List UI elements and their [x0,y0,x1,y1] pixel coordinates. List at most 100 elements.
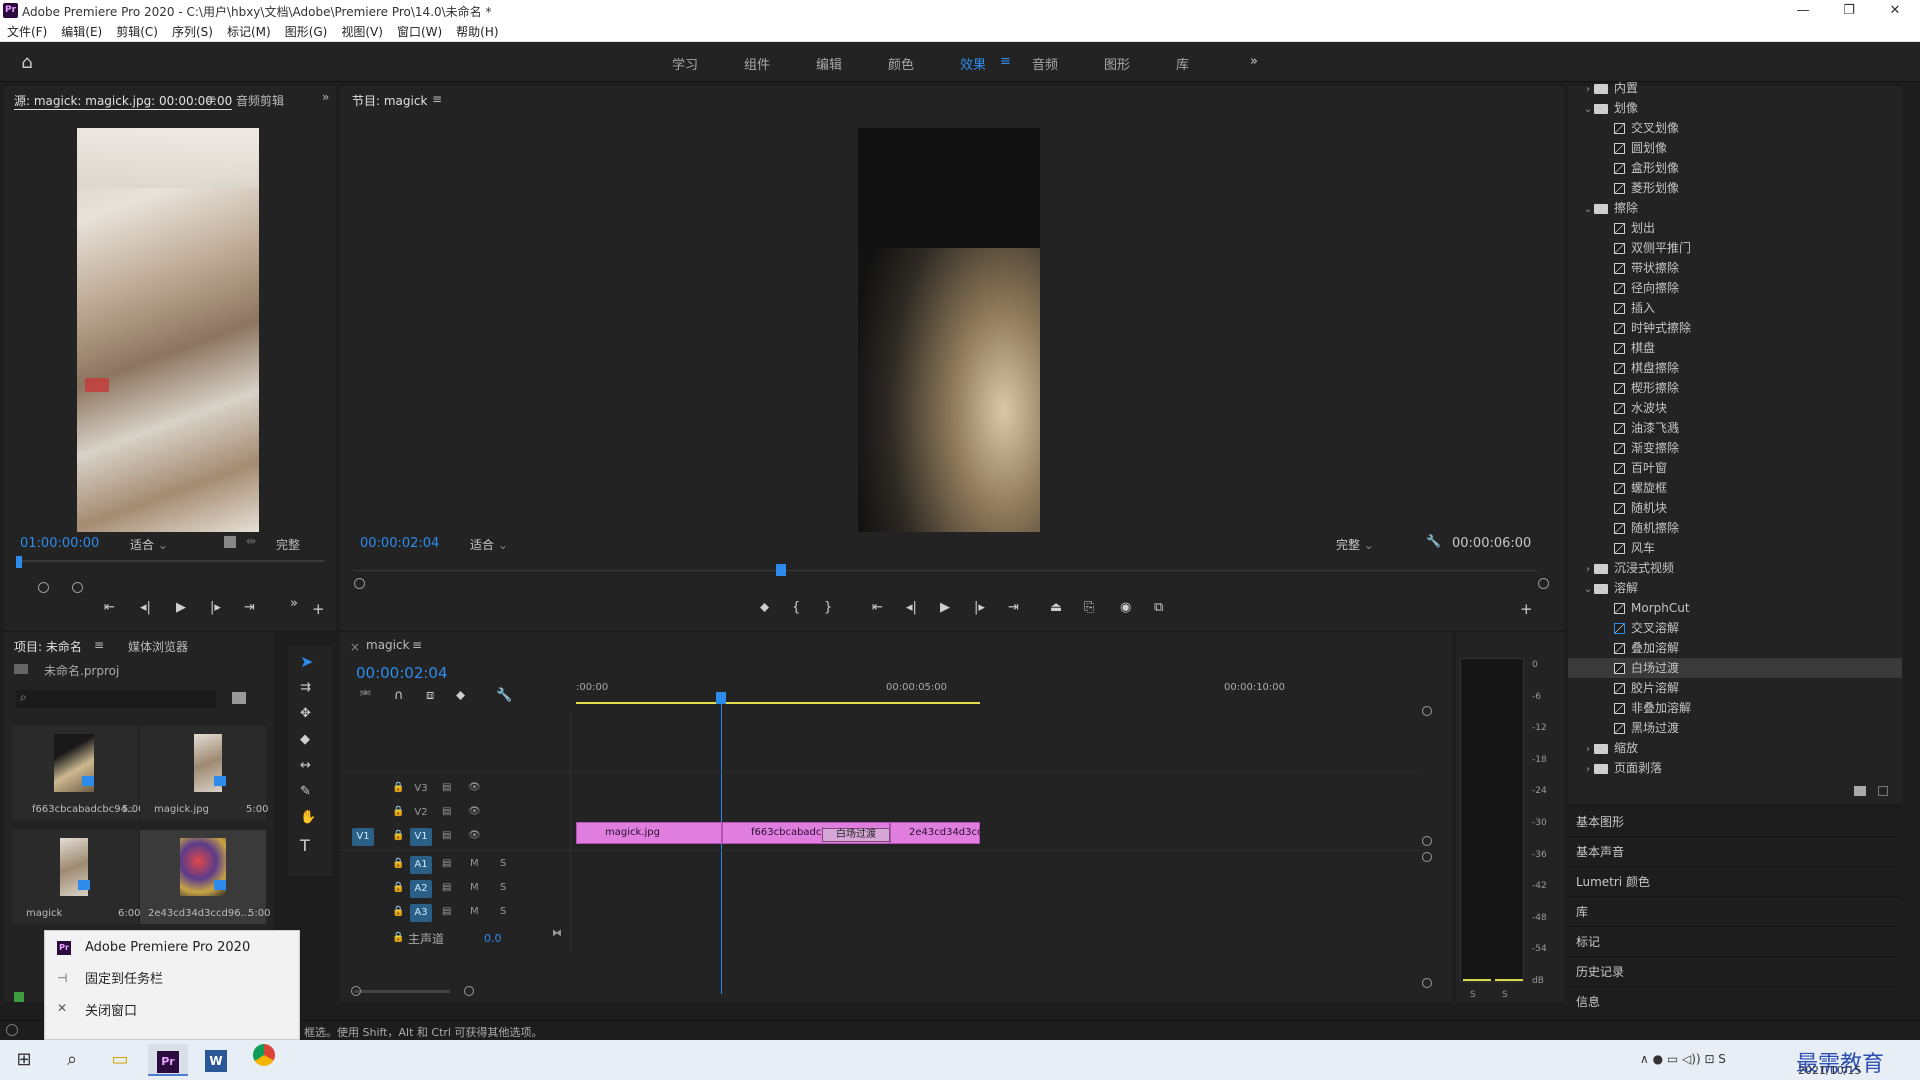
a2-mute-button[interactable]: M [470,882,479,893]
close-tab-icon[interactable]: × [350,640,360,654]
mark-out-icon[interactable]: ⇥ [244,600,255,615]
play-icon[interactable]: ▶ [176,600,186,615]
zoom-handle-right[interactable] [72,582,83,593]
side-panel-tab[interactable]: 历史记录 [1568,956,1902,986]
solo-left-button[interactable]: S [1470,990,1476,1000]
project-item-selected[interactable]: 2e43cd34d3ccd96... 5:00 [140,830,270,924]
v-scroll-handle[interactable] [1422,836,1432,846]
effects-folder[interactable]: ⌄ 擦除 [1568,198,1902,218]
a3-mute-button[interactable]: M [470,906,479,917]
more-panels-icon[interactable]: » [322,90,329,104]
v3-lock-icon[interactable]: 🔒 [392,782,404,793]
side-panel-tab[interactable]: 库 [1568,896,1902,926]
go-to-in-icon[interactable]: ⇤ [872,600,883,615]
a1-mute-button[interactable]: M [470,858,479,869]
type-tool-icon[interactable]: T [300,836,310,855]
effects-item[interactable]: 百叶窗 [1568,458,1902,478]
effects-item[interactable]: 叠加溶解 [1568,638,1902,658]
effects-folder[interactable]: ⌄ 划像 [1568,98,1902,118]
workspace-menu-icon[interactable]: ≡ [1000,54,1011,69]
effects-item[interactable]: 渐变擦除 [1568,438,1902,458]
effects-item[interactable]: 胶片溶解 [1568,678,1902,698]
effects-folder[interactable]: › 页面剥落 [1568,758,1902,778]
menu-clip[interactable]: 剪辑(C) [109,22,165,42]
source-scrubber[interactable] [18,560,324,562]
a1-solo-button[interactable]: S [500,858,506,869]
v2-eye-icon[interactable]: 👁 [468,806,481,817]
jump-pin-taskbar[interactable]: 固定到任务栏 [85,965,163,995]
side-panel-tab[interactable]: 信息 [1568,986,1902,1016]
program-step-forward-icon[interactable]: |▸ [974,600,985,615]
side-panel-tab[interactable]: Lumetri 颜色 [1568,866,1902,896]
slip-tool-icon[interactable]: ↔ [300,758,311,773]
menu-help[interactable]: 帮助(H) [449,22,505,42]
effects-item[interactable]: 棋盘擦除 [1568,358,1902,378]
settings-icon[interactable] [224,536,236,548]
a2-sync-icon[interactable]: ▤ [442,882,451,893]
track-v3[interactable]: V3 [410,780,432,798]
chevron-down-icon[interactable]: ⌄ [1582,200,1594,220]
maximize-button[interactable]: ❐ [1826,0,1872,22]
effects-item[interactable]: 黑场过渡 [1568,718,1902,738]
track-select-tool-icon[interactable]: ⇉ [300,680,311,695]
linked-selection-icon[interactable]: ⧈ [426,688,434,703]
source-playhead[interactable] [16,556,22,568]
chevron-down-icon[interactable]: ⌄ [1582,100,1594,120]
workspace-graphics[interactable]: 图形 [1104,54,1130,73]
transition-white[interactable]: 白场过渡 [822,828,890,842]
nest-icon[interactable]: ⎃ [360,688,371,703]
ripple-edit-tool-icon[interactable]: ✥ [300,706,311,721]
hand-tool-icon[interactable]: ✋ [300,810,316,825]
source-timecode[interactable]: 01:00:00:00 [20,536,99,551]
extract-icon[interactable]: ⎘ [1084,600,1094,615]
mark-out-bracket-icon[interactable]: } [824,600,832,615]
chrome-icon[interactable] [244,1044,284,1076]
add-marker-timeline-icon[interactable]: ⬥ [456,688,465,703]
source-tab[interactable]: 源: magick: magick.jpg: 00:00:00:00 [14,92,233,110]
v2-lock-icon[interactable]: 🔒 [392,806,404,817]
timeline-timecode[interactable]: 00:00:02:04 [356,664,448,682]
tray-icons[interactable]: ∧ ● ▭ ◁)) ⊡ S [1640,1052,1726,1066]
effects-item[interactable]: 棋盘 [1568,338,1902,358]
more-controls-icon[interactable]: » [290,596,298,611]
mark-in-icon[interactable]: ⇤ [104,600,115,615]
effects-item[interactable]: 划出 [1568,218,1902,238]
program-zoom-right[interactable] [1538,578,1549,589]
program-timecode[interactable]: 00:00:02:04 [360,536,439,551]
side-panel-tab[interactable]: 基本图形 [1568,806,1902,836]
file-explorer-icon[interactable]: ▭ [100,1044,140,1076]
master-lock-icon[interactable]: 🔒 [392,932,404,943]
search-icon[interactable]: ⌕ [52,1044,92,1076]
source-fit-select[interactable]: 适合 ⌄ [130,536,168,554]
v-scroll-handle[interactable] [1422,706,1432,716]
clip-2e43[interactable]: 2e43cd34d3cc [890,822,983,844]
selection-tool-icon[interactable]: ➤ [300,652,313,671]
comparison-view-icon[interactable]: ⧉ [1154,600,1163,615]
chevron-right-icon[interactable]: › [1582,560,1594,580]
program-tab[interactable]: 节目: magick [352,92,427,109]
new-bin-folder-icon[interactable] [232,692,246,704]
program-playhead[interactable] [776,564,786,576]
track-a1[interactable]: A1 [410,856,432,874]
track-v2[interactable]: V2 [410,804,432,822]
effects-item[interactable]: 时钟式擦除 [1568,318,1902,338]
effects-item[interactable]: 圆划像 [1568,138,1902,158]
effects-item[interactable]: 径向擦除 [1568,278,1902,298]
program-add-button-icon[interactable]: + [1520,600,1533,618]
effects-folder[interactable]: › 内置 [1568,78,1902,98]
workspace-learn[interactable]: 学习 [672,54,698,73]
jump-close-window[interactable]: 关闭窗口 [85,997,137,1027]
timeline-h-scrollbar[interactable] [354,990,450,993]
menu-sequence[interactable]: 序列(S) [165,22,220,42]
program-scrubber[interactable] [354,570,1538,571]
v3-eye-icon[interactable]: 👁 [468,782,481,793]
export-frame-icon[interactable]: ◉ [1120,600,1131,615]
project-menu-icon[interactable]: ≡ [94,638,104,652]
master-volume-value[interactable]: 0.0 [484,932,502,945]
effects-folder[interactable]: › 沉浸式视频 [1568,558,1902,578]
workspace-libraries[interactable]: 库 [1176,54,1189,73]
media-browser-tab[interactable]: 媒体浏览器 [128,638,188,655]
work-area-bar[interactable] [576,702,980,704]
effects-folder[interactable]: › 缩放 [1568,738,1902,758]
chevron-down-icon[interactable]: ⌄ [1582,580,1594,600]
